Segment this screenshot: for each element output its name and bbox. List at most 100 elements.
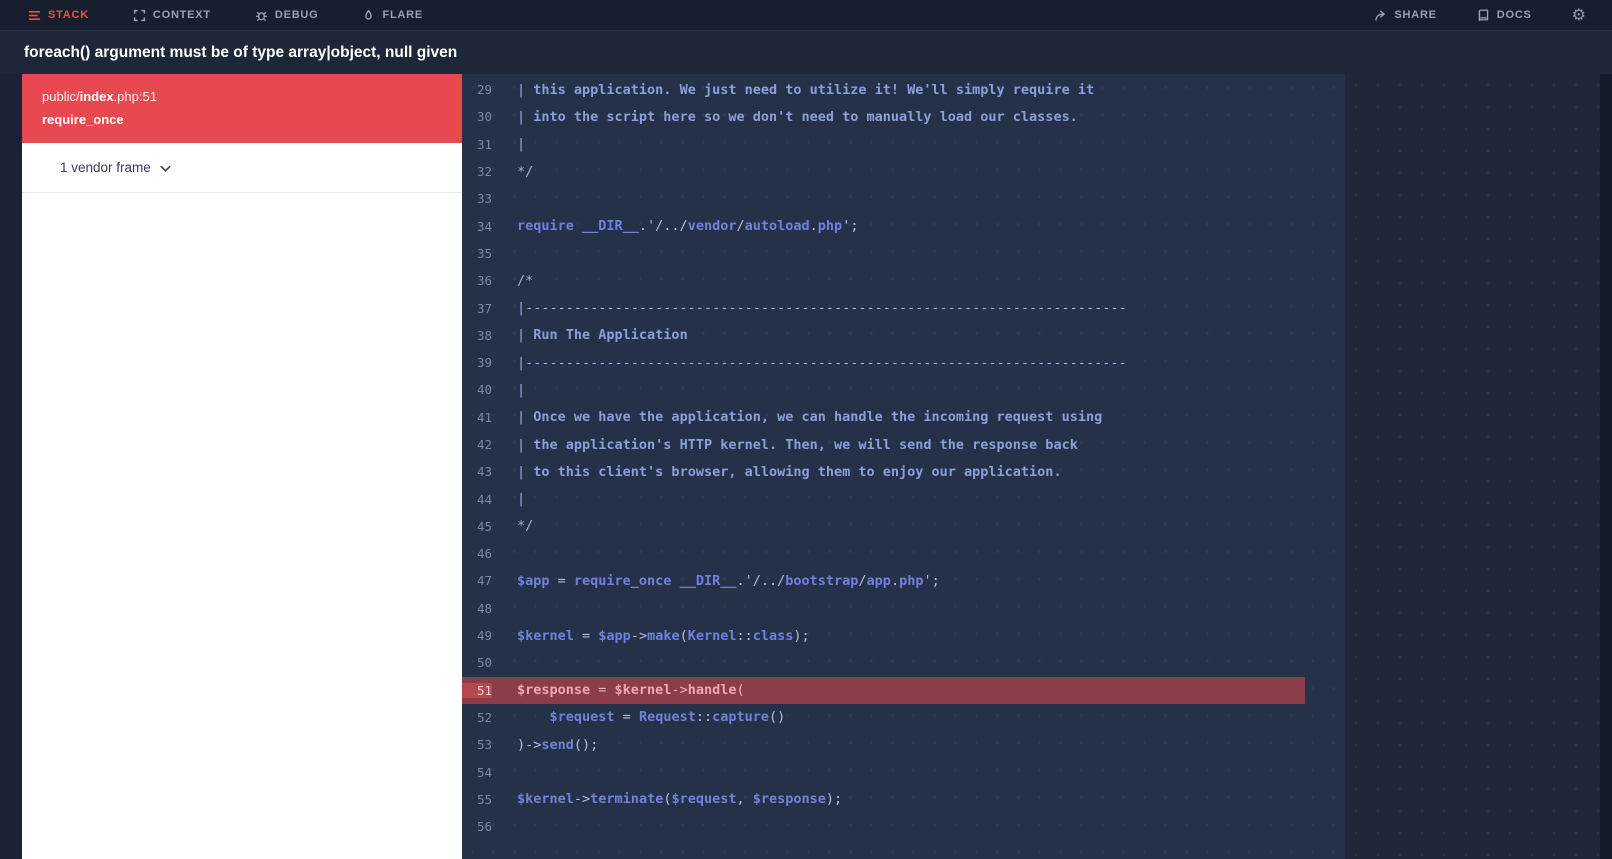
code-text: | <box>517 136 525 152</box>
tab-debug-label: DEBUG <box>274 9 319 21</box>
code-token: ); <box>793 627 810 644</box>
line-number: 46 <box>476 546 492 562</box>
code-line: 43 | to this client's browser, allowing t… <box>462 458 1345 485</box>
line-number: 45 <box>476 518 492 534</box>
code-text: | Run The Application <box>517 327 688 343</box>
chevron-down-icon <box>160 163 171 173</box>
code-token: /* <box>517 272 534 289</box>
code-line: 41 | Once we have the application, we can… <box>462 404 1345 431</box>
code-token: $kernel <box>517 791 574 808</box>
code-token: $request <box>671 791 737 808</box>
code-text: */ <box>517 164 533 180</box>
code-text: /* <box>517 273 533 289</box>
frame-colon: : <box>138 89 143 104</box>
code-token: () <box>769 709 786 726</box>
code-token: | <box>517 136 526 153</box>
tab-stack-label: STACK <box>48 9 89 21</box>
code-line: 45 */ <box>462 513 1345 540</box>
code-text: */ <box>517 518 533 534</box>
share-button[interactable]: SHARE <box>1374 9 1436 22</box>
tab-stack[interactable]: STACK <box>28 9 89 22</box>
line-number: 31 <box>476 136 492 152</box>
code-token: | <box>517 381 526 398</box>
line-number: 53 <box>476 737 492 753</box>
code-token: / <box>858 572 867 589</box>
line-number: 44 <box>476 491 492 507</box>
code-token: terminate <box>590 791 664 808</box>
error-message: foreach() argument must be of type array… <box>24 43 458 61</box>
vendor-frames-toggle[interactable]: 1 vendor frame <box>22 143 462 194</box>
scrollbar-track[interactable] <box>1600 74 1612 859</box>
code-lines: 29 | this application. We just need to ut… <box>462 74 1345 859</box>
code-token: $kernel <box>614 682 672 699</box>
code-token: , <box>736 791 753 808</box>
code-line: 56 <box>462 813 1345 840</box>
line-number: 43 <box>476 464 492 480</box>
frame-line: 51 <box>142 89 157 104</box>
docs-button[interactable]: DOCS <box>1477 9 1532 22</box>
code-token: = <box>614 709 639 726</box>
code-text: $response = $kernel->handle( <box>517 682 745 698</box>
docs-label: DOCS <box>1496 9 1532 21</box>
tab-context[interactable]: CONTEXT <box>133 9 211 22</box>
code-token: .'/../ <box>736 572 786 589</box>
code-text: $kernel->terminate($request, $response); <box>517 791 842 807</box>
code-line: 48 <box>462 595 1345 622</box>
code-token: Kernel <box>687 627 737 644</box>
code-token: */ <box>517 518 534 535</box>
code-text: | to this client's browser, allowing the… <box>517 464 1062 480</box>
code-line: 52 $request = Request::capture() <box>462 704 1345 731</box>
tab-debug[interactable]: DEBUG <box>255 9 319 22</box>
code-token: $kernel <box>517 627 574 644</box>
code-text: |---------------------------------------… <box>517 300 1127 316</box>
frame-method: require_once <box>42 111 124 127</box>
context-icon <box>133 9 146 22</box>
code-token: */ <box>517 163 534 180</box>
line-number: 52 <box>476 709 492 725</box>
line-number: 30 <box>476 109 492 125</box>
stack-sidebar: public/index.php:51 require_once 1 vendo… <box>22 74 462 859</box>
line-number: 56 <box>476 819 492 835</box>
code-line: 38 | Run The Application <box>462 322 1345 349</box>
code-line: 42 | the application's HTTP kernel. Then,… <box>462 431 1345 458</box>
code-token: | <box>517 81 534 98</box>
code-token: -> <box>573 791 591 808</box>
code-token: (); <box>573 736 599 753</box>
bug-icon <box>255 9 268 22</box>
nav-tabs: STACK CONTEXT DEBUG FLARE <box>28 9 1374 22</box>
active-frame[interactable]: public/index.php:51 require_once <box>22 74 462 144</box>
code-line: 34 require __DIR__.'/../vendor/autoload.p… <box>462 212 1345 239</box>
code-token: | <box>517 491 526 508</box>
code-text: | <box>517 382 525 398</box>
code-line: 49 $kernel = $app->make(Kernel::class); <box>462 622 1345 649</box>
error-bar: foreach() argument must be of type array… <box>0 30 1612 74</box>
left-gutter <box>0 74 22 859</box>
code-line: 39 |-------------------------------------… <box>462 349 1345 376</box>
code-token: | <box>517 409 534 426</box>
code-token: / <box>736 218 745 235</box>
code-token: Request <box>638 709 696 726</box>
code-token: $response <box>517 682 591 699</box>
code-text: | Once we have the application, we can h… <box>517 409 1102 425</box>
code-token: autoload <box>744 218 810 235</box>
code-token: app <box>866 572 891 589</box>
code-token: )-> <box>517 736 542 753</box>
line-number: 29 <box>476 82 492 98</box>
tab-flare[interactable]: FLARE <box>362 9 423 22</box>
code-line: 50 <box>462 649 1345 676</box>
line-number: 32 <box>476 164 492 180</box>
frame-slash: / <box>75 89 80 104</box>
code-token: vendor <box>687 218 737 235</box>
share-icon <box>1374 9 1387 22</box>
line-number: 55 <box>476 791 492 807</box>
line-number: 40 <box>476 382 492 398</box>
nav-actions: SHARE DOCS ⚙ <box>1374 7 1586 23</box>
line-number: 33 <box>476 191 492 207</box>
code-token: class <box>752 627 794 644</box>
code-line: 55 $kernel->terminate($request, $response… <box>462 786 1345 813</box>
code-token: this application. We just need to utiliz… <box>533 81 1095 98</box>
code-token: $request <box>549 709 615 726</box>
line-number: 42 <box>476 437 492 452</box>
gear-icon[interactable]: ⚙ <box>1572 7 1586 23</box>
